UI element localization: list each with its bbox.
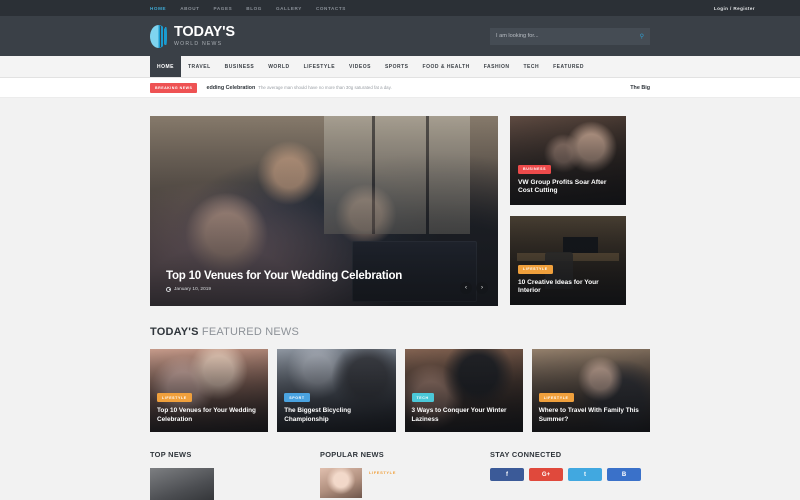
topnav-item-about[interactable]: ABOUT	[180, 6, 199, 11]
featured-card-title[interactable]: Top 10 Venues for Your Wedding Celebrati…	[157, 407, 262, 424]
main-content: Top 10 Venues for Your Wedding Celebrati…	[150, 98, 650, 500]
featured-card[interactable]: TECH 3 Ways to Conquer Your Winter Lazin…	[404, 349, 523, 432]
logo-icon	[150, 24, 167, 48]
featured-card[interactable]: LIFESTYLE Where to Travel With Family Th…	[531, 349, 650, 432]
popular-news-thumbnail	[320, 468, 362, 498]
brand-title: TODAY'S	[174, 23, 235, 40]
stay-connected-column: STAY CONNECTED f G+ t B	[490, 450, 650, 500]
top-news-heading: TOP NEWS	[150, 450, 192, 459]
slider-next-button[interactable]: ›	[476, 282, 488, 294]
featured-card-title[interactable]: 3 Ways to Conquer Your Winter Laziness	[412, 407, 517, 424]
hero-date: January 10, 2019	[174, 287, 212, 292]
popular-news-item[interactable]: LIFESTYLE	[320, 468, 480, 498]
featured-card-title[interactable]: Where to Travel With Family This Summer?	[539, 407, 644, 424]
side-card-category-badge[interactable]: BUSINESS	[518, 164, 552, 174]
featured-card-category-badge[interactable]: LIFESTYLE	[157, 393, 192, 403]
brand-logo[interactable]: TODAY'S WORLD NEWS	[150, 23, 235, 48]
nav-item-sports[interactable]: SPORTS	[378, 56, 416, 77]
slider-prev-button[interactable]: ‹	[460, 282, 472, 294]
side-card-business[interactable]: BUSINESS VW Group Profits Soar After Cos…	[510, 116, 626, 205]
login-register-link[interactable]: Login / Register	[714, 6, 755, 11]
topnav-item-gallery[interactable]: GALLERY	[276, 6, 302, 11]
featured-news-grid: LIFESTYLE Top 10 Venues for Your Wedding…	[150, 349, 650, 432]
nav-item-lifestyle[interactable]: LIFESTYLE	[297, 56, 342, 77]
twitter-icon[interactable]: t	[568, 468, 602, 481]
top-news-column: TOP NEWS	[150, 450, 310, 500]
featured-heading-light: FEATURED NEWS	[201, 326, 300, 338]
top-navigation: HOME ABOUT PAGES BLOG GALLERY CONTACTS	[150, 6, 346, 11]
topnav-item-home[interactable]: HOME	[150, 6, 166, 11]
nav-item-travel[interactable]: TRAVEL	[181, 56, 218, 77]
hero-slider-controls: ‹ ›	[460, 282, 488, 294]
featured-card[interactable]: LIFESTYLE Top 10 Venues for Your Wedding…	[150, 349, 269, 432]
hero-row: Top 10 Venues for Your Wedding Celebrati…	[150, 116, 650, 306]
nav-item-videos[interactable]: VIDEOS	[342, 56, 378, 77]
nav-item-tech[interactable]: TECH	[517, 56, 547, 77]
nav-item-food-health[interactable]: FOOD & HEALTH	[416, 56, 477, 77]
bottom-sections: TOP NEWS POPULAR NEWS LIFESTYLE STAY CON…	[150, 450, 650, 500]
breaking-news-bar: BREAKING NEWS edding Celebration The ave…	[0, 78, 800, 98]
side-card-title[interactable]: 10 Creative Ideas for Your Interior	[518, 279, 619, 296]
site-header: TODAY'S WORLD NEWS ⚲	[0, 16, 800, 56]
popular-news-column: POPULAR NEWS LIFESTYLE	[320, 450, 480, 500]
clock-icon	[166, 287, 171, 292]
featured-card-category-badge[interactable]: TECH	[411, 393, 434, 403]
breaking-news-next-headline[interactable]: The Big	[630, 85, 650, 91]
featured-section-heading: TODAY'S FEATURED NEWS	[150, 326, 650, 338]
main-navigation: HOME TRAVEL BUSINESS WORLD LIFESTYLE VID…	[0, 56, 800, 78]
search-icon[interactable]: ⚲	[640, 33, 644, 40]
popular-news-heading: POPULAR NEWS	[320, 450, 384, 459]
search-box[interactable]: ⚲	[490, 27, 650, 45]
top-bar: HOME ABOUT PAGES BLOG GALLERY CONTACTS L…	[0, 0, 800, 16]
featured-heading-bold: TODAY'S	[150, 326, 199, 338]
hero-title[interactable]: Top 10 Venues for Your Wedding Celebrati…	[166, 269, 438, 283]
behance-icon[interactable]: B	[607, 468, 641, 481]
hero-meta: January 10, 2019	[166, 287, 438, 292]
featured-card-category-badge[interactable]: SPORT	[284, 393, 310, 403]
facebook-icon[interactable]: f	[490, 468, 524, 481]
breaking-news-headline: edding Celebration	[206, 84, 256, 91]
google-plus-icon[interactable]: G+	[529, 468, 563, 481]
breaking-news-badge: BREAKING NEWS	[150, 82, 198, 93]
hero-caption: Top 10 Venues for Your Wedding Celebrati…	[166, 269, 438, 292]
featured-card[interactable]: SPORT The Biggest Bicycling Championship	[277, 349, 396, 432]
side-card-title[interactable]: VW Group Profits Soar After Cost Cutting	[518, 179, 619, 196]
breaking-news-ticker[interactable]: edding Celebration The average man shoul…	[206, 85, 391, 91]
side-card-category-badge[interactable]: LIFESTYLE	[518, 264, 553, 274]
nav-item-world[interactable]: WORLD	[261, 56, 296, 77]
social-links: f G+ t B	[490, 468, 650, 481]
top-news-item[interactable]	[150, 468, 310, 500]
brand-subtitle: WORLD NEWS	[174, 40, 223, 47]
nav-item-fashion[interactable]: FASHION	[477, 56, 517, 77]
top-news-thumbnail	[150, 468, 214, 500]
topnav-item-blog[interactable]: BLOG	[246, 6, 262, 11]
featured-card-category-badge[interactable]: LIFESTYLE	[538, 393, 574, 403]
hero-slider[interactable]: Top 10 Venues for Your Wedding Celebrati…	[150, 116, 498, 306]
side-card-lifestyle[interactable]: LIFESTYLE 10 Creative Ideas for Your Int…	[510, 216, 626, 305]
topnav-item-contacts[interactable]: CONTACTS	[316, 6, 346, 11]
nav-item-business[interactable]: BUSINESS	[218, 56, 262, 77]
popular-news-category[interactable]: LIFESTYLE	[369, 470, 396, 475]
featured-card-title[interactable]: The Biggest Bicycling Championship	[284, 407, 389, 424]
topnav-item-pages[interactable]: PAGES	[214, 6, 233, 11]
breaking-news-body: The average man should have no more than…	[258, 84, 392, 90]
nav-item-home[interactable]: HOME	[150, 56, 181, 77]
search-input[interactable]	[496, 33, 640, 39]
stay-connected-heading: STAY CONNECTED	[490, 450, 562, 459]
nav-item-featured[interactable]: FEATURED	[546, 56, 591, 77]
hero-side-cards: BUSINESS VW Group Profits Soar After Cos…	[510, 116, 626, 306]
